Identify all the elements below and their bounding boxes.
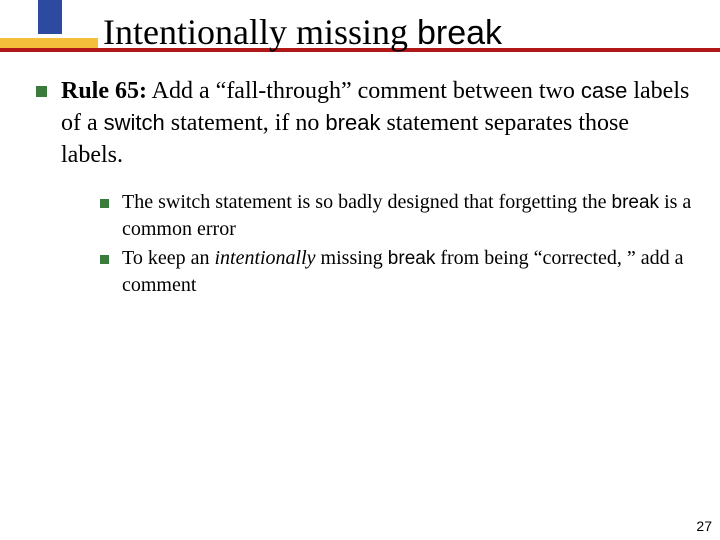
bullet-level2: To keep an intentionally missing break f…	[100, 245, 700, 299]
sub-bullets: The switch statement is so badly designe…	[100, 189, 700, 299]
title-text: Intentionally missing	[103, 12, 417, 52]
rule-number: Rule 65:	[61, 78, 147, 104]
accent-yellow-bar	[0, 38, 98, 48]
title-code: break	[417, 14, 502, 52]
sub2-code: break	[388, 248, 436, 269]
slide-body: Rule 65: Add a “fall-through” comment be…	[36, 75, 696, 301]
sub1-code: break	[612, 192, 660, 213]
bullet-level2: The switch statement is so badly designe…	[100, 189, 700, 243]
code-case: case	[581, 78, 627, 103]
slide: Intentionally missing break Rule 65: Add…	[0, 0, 720, 540]
sub2-seg2: missing	[316, 247, 388, 269]
accent-blue-block	[38, 0, 62, 34]
sub2-em: intentionally	[214, 247, 315, 269]
code-break: break	[325, 110, 380, 135]
rule-seg1: Add a “fall-through” comment between two	[147, 78, 581, 104]
sub2-seg1: To keep an	[122, 247, 214, 269]
code-switch: switch	[104, 110, 165, 135]
slide-title: Intentionally missing break	[103, 10, 502, 55]
bullet-level1: Rule 65: Add a “fall-through” comment be…	[36, 75, 696, 171]
square-bullet-icon	[100, 255, 109, 264]
rule-seg3: statement, if no	[165, 110, 326, 136]
page-number: 27	[696, 518, 712, 534]
sub-item-2: To keep an intentionally missing break f…	[122, 245, 700, 299]
rule-text: Rule 65: Add a “fall-through” comment be…	[61, 75, 696, 171]
sub1-seg1: The switch statement is so badly designe…	[122, 191, 612, 213]
square-bullet-icon	[36, 86, 47, 97]
square-bullet-icon	[100, 199, 109, 208]
sub-item-1: The switch statement is so badly designe…	[122, 189, 700, 243]
